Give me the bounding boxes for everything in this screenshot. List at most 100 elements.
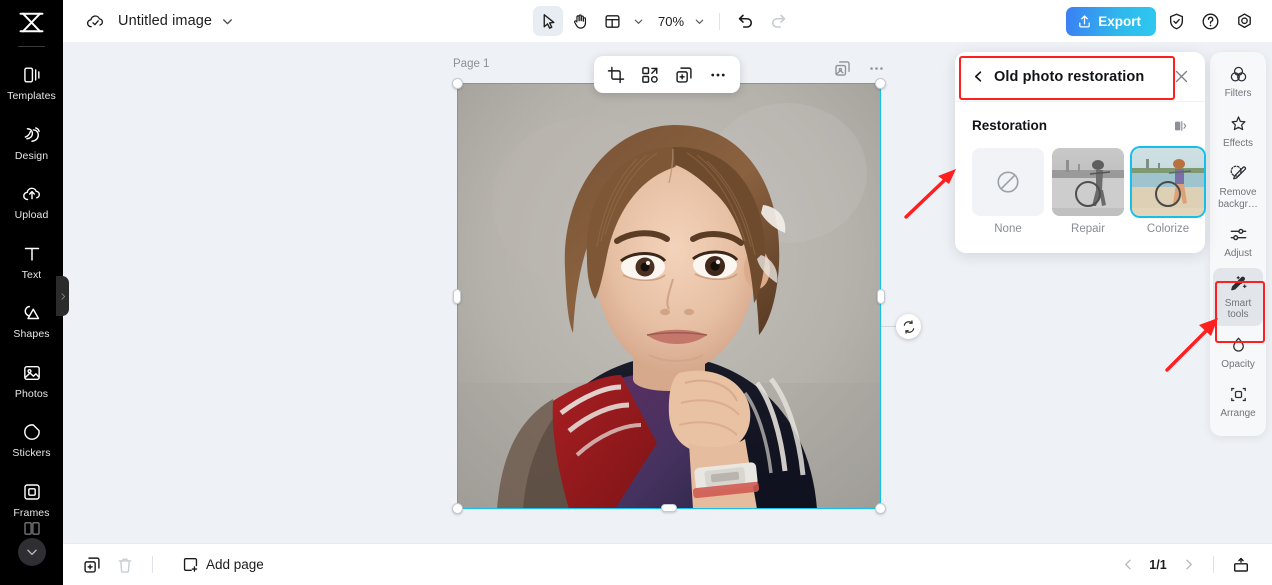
sidebar-item-frames[interactable]: Frames <box>0 475 63 525</box>
rail-item-effects[interactable]: Effects <box>1213 108 1263 155</box>
page-layout-caret-icon[interactable] <box>629 6 647 36</box>
toolbar-divider <box>719 12 720 30</box>
object-tool-rail[interactable]: Filters Effects Remove backgr… Adjust Sm… <box>1210 52 1266 436</box>
sidebar-item-label: Templates <box>7 90 56 102</box>
add-page-button[interactable]: Add page <box>174 551 272 578</box>
zoom-level-value[interactable]: 70% <box>656 14 686 29</box>
undo-button[interactable] <box>731 6 761 36</box>
rotate-connector <box>881 326 897 327</box>
compare-split-icon[interactable] <box>1171 116 1190 135</box>
arrange-icon <box>1229 384 1248 405</box>
sidebar-item-design[interactable]: Design <box>0 118 63 168</box>
sidebar-item-label: Design <box>14 149 49 162</box>
capcut-logo-icon[interactable] <box>0 0 63 44</box>
restoration-option-colorize[interactable]: Colorize <box>1132 148 1204 235</box>
rotate-handle[interactable] <box>896 314 921 339</box>
artboard[interactable] <box>457 83 881 509</box>
rail-item-label: Effects <box>1222 137 1254 149</box>
add-page-icon <box>182 556 199 573</box>
bottom-left-actions[interactable]: Add page <box>77 550 272 580</box>
chevron-down-icon[interactable] <box>221 15 234 28</box>
left-nav-rail[interactable]: Templates Design Upload Text Shapes Phot… <box>0 0 63 585</box>
rail-item-opacity[interactable]: Opacity <box>1213 329 1263 376</box>
templates-icon <box>22 64 42 86</box>
sidebar-item-photos[interactable]: Photos <box>0 356 63 406</box>
redo-button[interactable] <box>763 6 793 36</box>
rail-item-label: Smart tools <box>1224 297 1252 321</box>
resize-handle-top-left[interactable] <box>452 78 463 89</box>
sidebar-item-label: Text <box>21 268 42 281</box>
old-photo-restoration-panel[interactable]: Old photo restoration Restoration None R… <box>955 52 1205 253</box>
restoration-option-repair[interactable]: Repair <box>1052 148 1124 235</box>
text-icon <box>22 243 42 265</box>
cutout-button[interactable] <box>635 60 665 89</box>
resize-handle-right[interactable] <box>877 289 885 304</box>
shield-check-icon[interactable] <box>1162 7 1190 35</box>
question-circle-icon[interactable] <box>1196 7 1224 35</box>
option-label: Repair <box>1071 223 1105 235</box>
portrait-photo[interactable] <box>457 83 881 509</box>
top-toolbar: Untitled image 70% Export <box>63 0 1272 42</box>
rail-item-arrange[interactable]: Arrange <box>1213 378 1263 425</box>
restoration-options[interactable]: None Repair Colorize <box>972 148 1204 235</box>
duplicate-page-button[interactable] <box>77 550 107 580</box>
sidebar-item-upload[interactable]: Upload <box>0 177 63 227</box>
rail-item-adjust[interactable]: Adjust <box>1213 218 1263 265</box>
resize-handle-bottom[interactable] <box>661 504 677 512</box>
resize-handle-bottom-right[interactable] <box>875 503 886 514</box>
prev-page-button[interactable] <box>1115 552 1141 578</box>
resize-handle-left[interactable] <box>453 289 461 304</box>
sidebar-item-text[interactable]: Text <box>0 237 63 287</box>
rail-item-label: Arrange <box>1220 408 1256 419</box>
sidebar-expand-button[interactable] <box>17 538 46 566</box>
sidebar-item-shapes[interactable]: Shapes <box>0 296 63 346</box>
panel-body: Restoration None Repair Colorize <box>955 102 1205 253</box>
select-tool-button[interactable] <box>533 6 563 36</box>
zoom-caret-icon[interactable] <box>690 6 708 36</box>
next-page-button[interactable] <box>1175 552 1201 578</box>
document-title[interactable]: Untitled image <box>118 13 212 29</box>
hand-tool-button[interactable] <box>565 6 595 36</box>
bottom-divider <box>152 556 153 573</box>
design-icon <box>22 124 42 146</box>
bottom-right-actions[interactable]: 1/1 <box>1115 550 1256 580</box>
more-options-button[interactable] <box>703 60 733 89</box>
option-thumbnail <box>1052 148 1124 216</box>
top-right-actions[interactable]: Export <box>1066 0 1258 42</box>
object-float-toolbar[interactable] <box>594 56 740 93</box>
duplicate-page-icon[interactable] <box>831 57 853 79</box>
cloud-saved-icon[interactable] <box>84 10 106 32</box>
sidebar-item-stickers[interactable]: Stickers <box>0 415 63 465</box>
export-button[interactable]: Export <box>1066 6 1156 36</box>
option-label: Colorize <box>1146 223 1190 235</box>
rail-item-smart-tools[interactable]: Smart tools <box>1213 267 1263 326</box>
panel-header: Old photo restoration <box>955 52 1205 102</box>
rail-item-filters[interactable]: Filters <box>1213 58 1263 105</box>
delete-page-button[interactable] <box>110 550 140 580</box>
present-button[interactable] <box>1226 550 1256 580</box>
chevron-left-icon[interactable] <box>972 70 986 83</box>
sidebar-item-templates[interactable]: Templates <box>0 58 63 108</box>
gear-icon[interactable] <box>1230 7 1258 35</box>
resize-handle-top-right[interactable] <box>875 78 886 89</box>
rail-item-list[interactable]: Templates Design Upload Text Shapes Phot… <box>0 58 63 534</box>
rail-item-remove-background[interactable]: Remove backgr… <box>1213 157 1263 215</box>
restoration-section-header: Restoration <box>972 116 1190 135</box>
crop-button[interactable] <box>601 60 631 89</box>
resize-handle-bottom-left[interactable] <box>452 503 463 514</box>
close-icon[interactable] <box>1171 67 1191 87</box>
sidebar-item-label: Stickers <box>12 447 51 459</box>
adjust-sliders-icon <box>1229 224 1248 245</box>
smart-tools-icon <box>1229 274 1248 295</box>
canvas-tool-group[interactable]: 70% <box>533 0 793 42</box>
page-more-icon[interactable] <box>865 57 887 79</box>
page-controls[interactable] <box>831 57 887 79</box>
page-layout-button[interactable] <box>597 6 627 36</box>
rail-item-label: Remove backgr… <box>1218 187 1258 210</box>
sidebar-collapse-handle[interactable] <box>56 276 69 316</box>
duplicate-button[interactable] <box>669 60 699 89</box>
photos-icon <box>22 362 42 384</box>
restoration-option-none[interactable]: None <box>972 148 1044 235</box>
section-title: Restoration <box>972 118 1048 133</box>
remove-background-icon <box>1229 163 1248 184</box>
